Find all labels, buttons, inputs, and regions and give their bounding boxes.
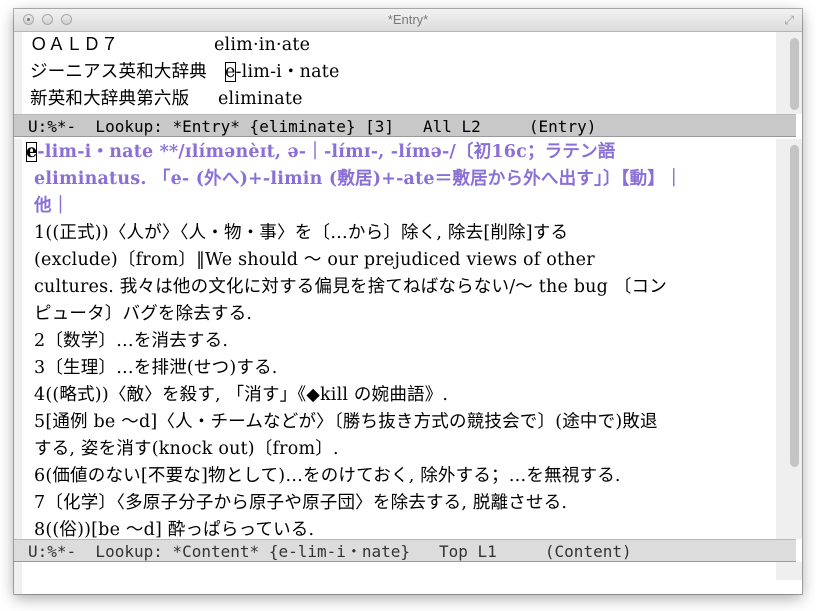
entry-headword: eliminate: [218, 89, 303, 109]
scrollbar-track[interactable]: [776, 139, 802, 539]
definition-line: ピュータ〕バグを除去する.: [34, 304, 253, 324]
left-fringe: [14, 32, 22, 114]
definition-text: e-lim-i・nate **/ɪlímənèɪt, ə-｜-lɪ́mɪ-, -…: [26, 139, 772, 539]
entry-headword: -lim-i・nate: [235, 62, 340, 82]
dictionary-name: 新英和大辞典第六版: [30, 89, 190, 109]
scrollbar-track[interactable]: [776, 32, 802, 114]
dictionary-name: ＯＡＬＤ７: [30, 35, 119, 55]
headword-line: e-lim-i・nate **/ɪlímənèɪt, ə-｜-lɪ́mɪ-, -…: [26, 139, 772, 166]
definition-line: 8((俗))[be 〜d] 酔っぱらっている.: [34, 520, 315, 539]
left-fringe: [14, 139, 22, 539]
definition-line: 5[通例 be 〜d]〈人・チームなどが〉〔勝ち抜き方式の競技会で〕(途中で)敗…: [34, 412, 658, 432]
etymology-line: eliminatus. 「e- (外へ)+-limin (敷居)+-ate＝敷居…: [34, 169, 683, 189]
definition-line: cultures. 我々は他の文化に対する偏見を捨てねばならない/〜 the b…: [34, 277, 667, 297]
content-pane[interactable]: e-lim-i・nate **/ɪlímənèɪt, ə-｜-lɪ́mɪ-, -…: [14, 139, 802, 539]
text-cursor: e: [26, 142, 38, 162]
headword-pronunciation: -lim-i・nate **/ɪlímənèɪt, ə-｜-lɪ́mɪ-, -l…: [37, 142, 616, 162]
part-of-speech-line: 他｜: [34, 196, 70, 216]
entry-row[interactable]: 新英和大辞典第六版 eliminate: [30, 86, 772, 113]
definition-line: 6(価値のない[不要な]物として)…をのけておく, 除外する；…を無視する.: [34, 466, 621, 486]
modeline-content: U:%*- Lookup: *Content* {e-lim-i・nate} T…: [14, 539, 796, 562]
definition-line: する, 姿を消す(knock out)〔from〕.: [34, 439, 339, 459]
dictionary-name: ジーニアス英和大辞典: [30, 62, 207, 82]
entry-row[interactable]: ジーニアス英和大辞典 e-lim-i・nate: [30, 59, 772, 86]
scrollbar-thumb[interactable]: [790, 38, 799, 110]
entry-pane[interactable]: ＯＡＬＤ７ elim·in·ate ジーニアス英和大辞典 e-lim-i・nate …: [14, 32, 802, 114]
entry-headword: elim·in·ate: [214, 35, 311, 55]
definition-line: 1((正式))〈人が〉〈人・物・事〉を〔…から〕除く, 除去[削除]する: [34, 223, 569, 243]
scrollbar-thumb[interactable]: [790, 145, 799, 467]
definition-line: 2〔数学〕…を消去する.: [34, 331, 229, 351]
entry-row[interactable]: ＯＡＬＤ７ elim·in·ate: [30, 32, 772, 59]
definition-line: 4((略式))〈敵〉を殺す, 「消す」《◆kill の婉曲語》.: [34, 385, 449, 405]
text-cursor: e: [225, 62, 236, 82]
window-title: *Entry*: [387, 12, 429, 27]
definition-line: 3〔生理〕…を排泄(せつ)する.: [34, 358, 278, 378]
entry-list: ＯＡＬＤ７ elim·in·ate ジーニアス英和大辞典 e-lim-i・nate …: [30, 32, 772, 113]
definition-line: 7〔化学〕〈多原子分子から原子や原子団〉を除去する, 脱離させる.: [34, 493, 568, 513]
modeline-entry: U:%*- Lookup: *Entry* {eliminate} [3] Al…: [14, 114, 796, 137]
title-bar[interactable]: *Entry* ⤢: [14, 9, 802, 32]
minibuffer[interactable]: [14, 562, 802, 594]
resize-diagonal-icon[interactable]: ⤢: [784, 13, 794, 28]
left-fringe: [14, 562, 22, 594]
definition-line: (exclude)〔from〕‖We should 〜 our prejudic…: [34, 250, 595, 270]
scrollbar-track: [776, 562, 802, 580]
